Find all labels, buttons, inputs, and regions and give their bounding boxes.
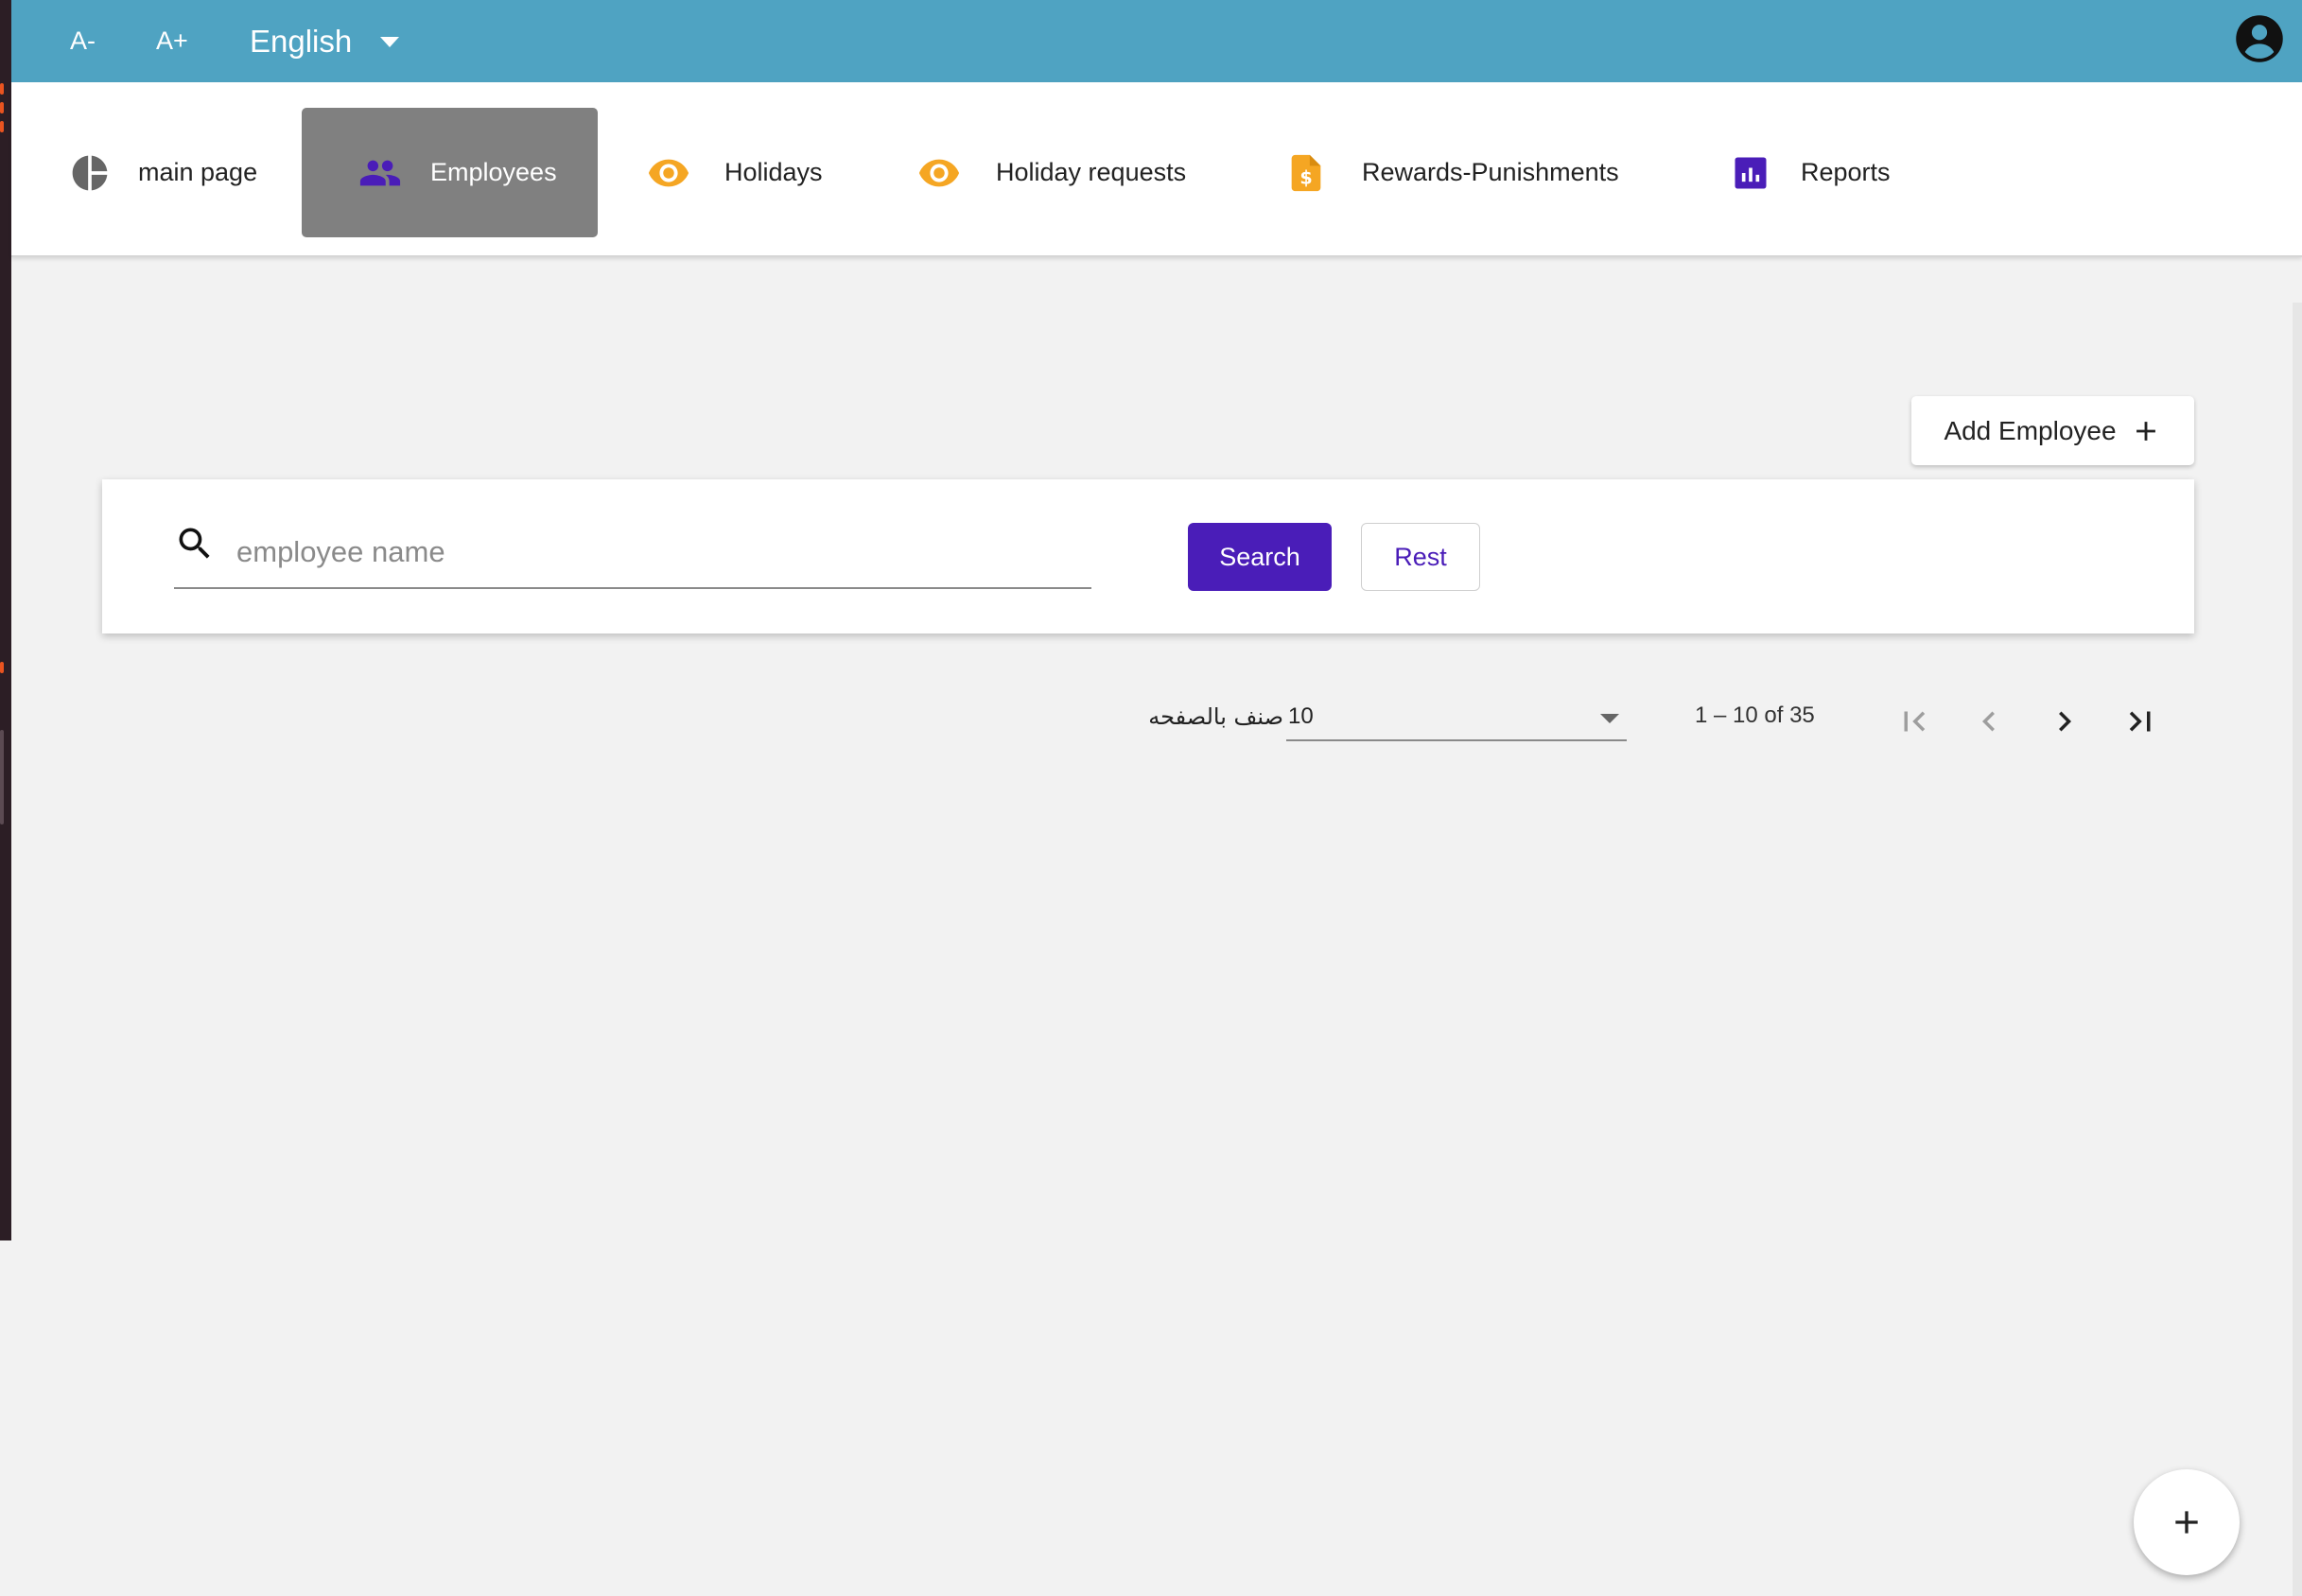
dock-indicator bbox=[0, 662, 4, 673]
add-employee-label: Add Employee bbox=[1944, 415, 2117, 445]
plus-icon bbox=[2175, 1511, 2198, 1534]
search-button[interactable]: Search bbox=[1188, 523, 1332, 591]
search-icon bbox=[179, 528, 210, 559]
tab-label: Employees bbox=[430, 158, 557, 186]
tab-label: Rewards-Punishments bbox=[1362, 158, 1619, 186]
dock-indicator bbox=[0, 121, 4, 132]
tab-reports[interactable]: Reports bbox=[1729, 108, 1927, 237]
eye-icon bbox=[647, 151, 690, 195]
items-per-page-label: صنف بالصفحه bbox=[1148, 703, 1283, 730]
tab-employees[interactable]: Employees bbox=[302, 108, 598, 237]
dock-indicator bbox=[0, 102, 4, 113]
top-bar: A- A+ English bbox=[11, 0, 2302, 82]
page-size-value: 10 bbox=[1288, 703, 1314, 729]
chevron-right-icon bbox=[2059, 711, 2071, 732]
dock-window-indicator bbox=[0, 730, 4, 824]
money-document-icon: $ bbox=[1284, 151, 1328, 195]
fab-add-button[interactable] bbox=[2134, 1469, 2240, 1575]
tab-label: Reports bbox=[1801, 158, 1891, 186]
desktop-dock-strip bbox=[0, 0, 11, 1240]
page-size-select[interactable]: 10 bbox=[1286, 696, 1627, 741]
main-nav: main page Employees Holidays Holiday req… bbox=[11, 82, 2302, 257]
add-employee-button[interactable]: Add Employee bbox=[1911, 396, 2194, 465]
last-page-button[interactable] bbox=[2117, 698, 2164, 745]
tab-rewards-punishments[interactable]: $ Rewards-Punishments bbox=[1284, 108, 1672, 237]
first-page-button[interactable] bbox=[1891, 698, 1938, 745]
font-decrease-button[interactable]: A- bbox=[70, 0, 96, 82]
tab-label: Holidays bbox=[724, 158, 823, 186]
font-increase-button[interactable]: A+ bbox=[156, 0, 188, 82]
plus-icon bbox=[2136, 421, 2155, 441]
search-card: Search Rest bbox=[102, 479, 2194, 633]
tab-label: main page bbox=[138, 158, 258, 186]
next-page-button[interactable] bbox=[2041, 698, 2088, 745]
chevron-left-icon bbox=[1982, 711, 1995, 732]
tab-label: Holiday requests bbox=[996, 158, 1187, 186]
bar-chart-icon bbox=[1729, 151, 1772, 195]
reset-button[interactable]: Rest bbox=[1361, 523, 1480, 591]
page-range-label: 1 – 10 of 35 bbox=[1695, 703, 1815, 728]
last-page-icon bbox=[2129, 711, 2151, 732]
language-value: English bbox=[250, 23, 353, 59]
people-icon bbox=[358, 151, 402, 195]
tab-holiday-requests[interactable]: Holiday requests bbox=[917, 108, 1229, 237]
previous-page-button[interactable] bbox=[1965, 698, 2013, 745]
dock-indicator bbox=[0, 83, 4, 95]
app-window: A- A+ English main page Employees Holida… bbox=[11, 0, 2302, 1596]
svg-text:$: $ bbox=[1299, 166, 1312, 188]
search-field bbox=[174, 512, 1091, 589]
caret-down-icon bbox=[1600, 714, 1619, 723]
scrollbar[interactable] bbox=[2293, 303, 2302, 1596]
caret-down-icon bbox=[380, 37, 400, 47]
first-page-icon bbox=[1904, 711, 1926, 732]
eye-icon bbox=[917, 151, 961, 195]
tab-main-page[interactable]: main page bbox=[68, 108, 295, 237]
tab-holidays[interactable]: Holidays bbox=[647, 108, 864, 237]
pie-chart-icon bbox=[68, 151, 112, 195]
account-circle-icon[interactable] bbox=[2234, 13, 2285, 64]
language-select[interactable]: English bbox=[250, 0, 400, 82]
employee-name-input[interactable] bbox=[235, 530, 1071, 574]
